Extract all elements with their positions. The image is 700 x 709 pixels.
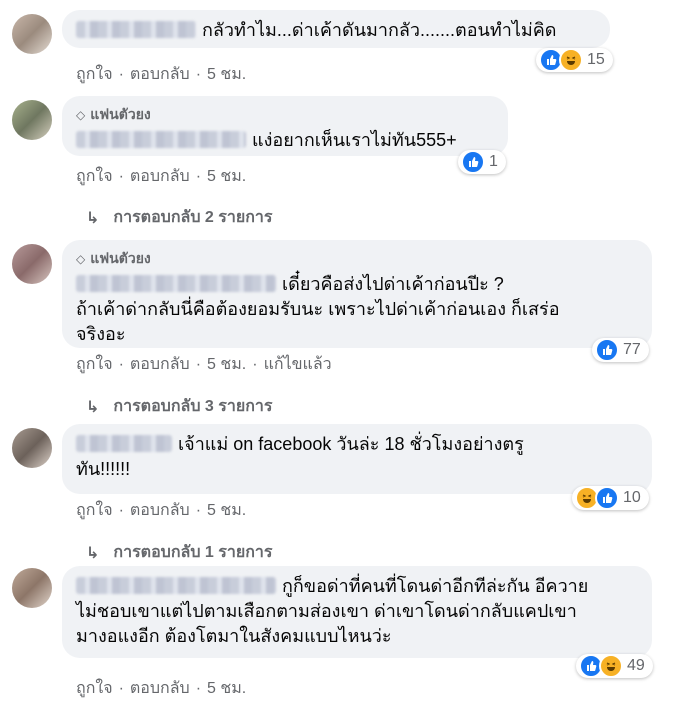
separator-dot: · xyxy=(195,679,202,697)
separator-dot: · xyxy=(118,167,124,185)
reply-arrow-icon: ↳ xyxy=(86,209,100,227)
avatar[interactable] xyxy=(12,428,52,468)
comment-text-line-2: ถ้าเค้าด่ากลับนี่คือต้องยอมรับนะ เพราะไป… xyxy=(76,299,560,319)
fan-badge-label: แฟนตัวยง xyxy=(90,106,151,122)
separator-dot: · xyxy=(195,65,202,83)
comment-text: แง่อยากเห็นเราไม่ทัน555+ xyxy=(252,130,457,150)
haha-icon xyxy=(559,48,583,72)
like-icon xyxy=(595,486,619,510)
comment-bubble: กลัวทำไม...ด่าเค้าดันมากลัว.......ตอนทำไ… xyxy=(62,10,610,48)
comment-bubble: เจ้าแม่ on facebook วันล่ะ 18 ชั่วโมงอย่… xyxy=(62,424,652,494)
blurred-username xyxy=(76,131,246,148)
comment-bubble: ◇ แฟนตัวยง เดี๋ยวคือส่งไปด่าเค้าก่อนปีะ ?… xyxy=(62,240,652,348)
comment-text-line-1: เดี๋ยวคือส่งไปด่าเค้าก่อนปีะ ? xyxy=(282,274,504,294)
like-icon xyxy=(461,150,485,174)
timestamp[interactable]: 5 ชม. xyxy=(207,676,246,701)
view-replies-link[interactable]: ↳ การตอบกลับ 1 รายการ xyxy=(86,540,272,565)
reply-button[interactable]: ตอบกลับ xyxy=(130,676,190,701)
blurred-username xyxy=(76,21,196,38)
fan-badge-icon: ◇ xyxy=(76,252,86,266)
comment-text-line-2: ไม่ชอบเขาแต่ไปตามเสือกตามส่องเขา ด่าเขาโ… xyxy=(76,601,577,621)
reply-button[interactable]: ตอบกลับ xyxy=(130,498,190,523)
separator-dot: · xyxy=(195,167,202,185)
like-icon xyxy=(595,338,619,362)
reply-button[interactable]: ตอบกลับ xyxy=(130,164,190,189)
avatar[interactable] xyxy=(12,244,52,284)
reply-button[interactable]: ตอบกลับ xyxy=(130,62,190,87)
separator-dot: · xyxy=(118,355,124,373)
avatar[interactable] xyxy=(12,568,52,608)
comment-text-line-2: ทัน!!!!!! xyxy=(76,459,131,479)
reply-arrow-icon: ↳ xyxy=(86,398,100,416)
reaction-summary[interactable]: 15 xyxy=(536,48,613,72)
view-replies-link[interactable]: ↳ การตอบกลับ 2 รายการ xyxy=(86,205,272,230)
fan-badge-label: แฟนตัวยง xyxy=(90,250,151,266)
reaction-summary[interactable]: 77 xyxy=(592,338,649,362)
replies-count-label: การตอบกลับ 3 รายการ xyxy=(113,398,273,415)
timestamp[interactable]: 5 ชม. xyxy=(207,498,246,523)
reaction-count: 49 xyxy=(627,657,645,674)
like-button[interactable]: ถูกใจ xyxy=(76,498,113,523)
separator-dot: · xyxy=(195,501,202,519)
comment-bubble: ◇ แฟนตัวยง แง่อยากเห็นเราไม่ทัน555+ xyxy=(62,96,508,156)
like-button[interactable]: ถูกใจ xyxy=(76,676,113,701)
view-replies-link[interactable]: ↳ การตอบกลับ 3 รายการ xyxy=(86,394,272,419)
blurred-username xyxy=(76,435,172,452)
timestamp[interactable]: 5 ชม. xyxy=(207,164,246,189)
reaction-summary[interactable]: 1 xyxy=(458,150,506,174)
reaction-count: 77 xyxy=(623,341,641,358)
comment-bubble: กูก็ขอด่าที่คนที่โดนด่าอีกทีล่ะกัน อีควา… xyxy=(62,566,652,658)
edited-label: แก้ไขแล้ว xyxy=(263,356,332,373)
separator-dot: · xyxy=(118,679,124,697)
avatar[interactable] xyxy=(12,14,52,54)
comment-text: กลัวทำไม...ด่าเค้าดันมากลัว.......ตอนทำไ… xyxy=(202,20,557,40)
comment-text-line-3: จริงอะ xyxy=(76,324,126,344)
reaction-summary[interactable]: 49 xyxy=(576,654,653,678)
separator-dot: · xyxy=(195,355,202,373)
comment-text-line-1: เจ้าแม่ on facebook วันล่ะ 18 ชั่วโมงอย่… xyxy=(178,434,524,454)
blurred-username xyxy=(76,577,276,594)
timestamp[interactable]: 5 ชม. xyxy=(207,62,246,87)
reply-button[interactable]: ตอบกลับ xyxy=(130,352,190,377)
timestamp[interactable]: 5 ชม. xyxy=(207,352,246,377)
separator-dot: · xyxy=(252,355,258,373)
reply-arrow-icon: ↳ xyxy=(86,544,100,562)
like-button[interactable]: ถูกใจ xyxy=(76,62,113,87)
like-button[interactable]: ถูกใจ xyxy=(76,352,113,377)
separator-dot: · xyxy=(118,501,124,519)
reaction-count: 1 xyxy=(489,153,498,170)
fan-badge-icon: ◇ xyxy=(76,108,86,122)
replies-count-label: การตอบกลับ 1 รายการ xyxy=(113,544,273,561)
avatar[interactable] xyxy=(12,100,52,140)
like-button[interactable]: ถูกใจ xyxy=(76,164,113,189)
reaction-count: 15 xyxy=(587,51,605,68)
reaction-summary[interactable]: 10 xyxy=(572,486,649,510)
comment-text-line-3: มางอแงอีก ต้องโตมาในสังคมแบบไหนว่ะ xyxy=(76,626,392,646)
replies-count-label: การตอบกลับ 2 รายการ xyxy=(113,209,273,226)
separator-dot: · xyxy=(118,65,124,83)
haha-icon xyxy=(599,654,623,678)
reaction-count: 10 xyxy=(623,489,641,506)
comment-text-line-1: กูก็ขอด่าที่คนที่โดนด่าอีกทีล่ะกัน อีควา… xyxy=(282,576,589,596)
blurred-username xyxy=(76,275,276,292)
